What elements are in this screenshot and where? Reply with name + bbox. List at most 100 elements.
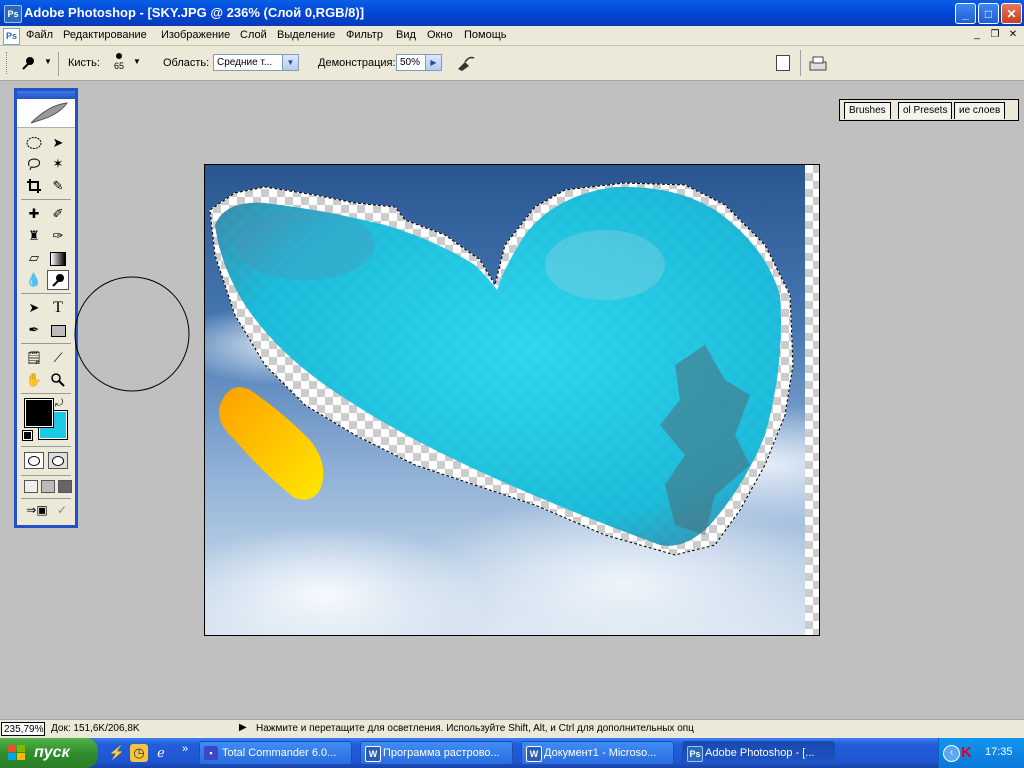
quick-launch-clock-icon[interactable]: ◷ bbox=[130, 744, 148, 762]
commit-check-icon[interactable]: ✓ bbox=[53, 503, 71, 521]
crop-tool-icon[interactable] bbox=[23, 176, 45, 196]
slice-tool-icon[interactable]: ✎ bbox=[47, 176, 69, 196]
range-value: Средние т... bbox=[217, 57, 273, 68]
palette-tab-layer-comps[interactable]: ие слоев bbox=[954, 102, 1006, 119]
doc-restore-button[interactable]: ❐ bbox=[988, 28, 1002, 42]
full-screen-menu-mode-icon[interactable] bbox=[41, 480, 55, 493]
palette-tab-tool-presets[interactable]: ol Presets bbox=[898, 102, 953, 119]
task-word-program[interactable]: W Программа растрово... bbox=[360, 741, 513, 765]
document-icon[interactable]: Ps bbox=[3, 28, 20, 45]
quick-mask-mode-icon[interactable] bbox=[48, 452, 68, 469]
kaspersky-icon[interactable]: K bbox=[961, 744, 977, 761]
pen-tool-icon[interactable]: ✒ bbox=[23, 320, 45, 340]
type-tool-icon[interactable]: T bbox=[47, 298, 69, 318]
zoom-field[interactable]: 235,79% bbox=[1, 722, 45, 736]
exposure-input[interactable]: 50% ▶ bbox=[396, 54, 442, 71]
swap-colors-icon[interactable]: ⤾ bbox=[55, 398, 63, 409]
history-brush-icon[interactable]: ✑ bbox=[47, 226, 69, 246]
minimize-button[interactable]: _ bbox=[955, 3, 976, 24]
path-selection-icon[interactable]: ➤ bbox=[23, 298, 45, 318]
maximize-button[interactable]: □ bbox=[978, 3, 999, 24]
doc-minimize-button[interactable]: _ bbox=[970, 28, 984, 42]
standard-mode-icon[interactable] bbox=[24, 452, 44, 469]
task-label: Adobe Photoshop - [... bbox=[705, 747, 815, 759]
taskbar: пуск ⚡ ◷ ℯ » ▪ Total Commander 6.0... W … bbox=[0, 738, 1024, 768]
range-label: Область: bbox=[163, 57, 210, 69]
palette-toggle-icon[interactable] bbox=[808, 53, 828, 73]
menu-help[interactable]: Помощь bbox=[464, 29, 507, 41]
move-tool-icon[interactable]: ➤ bbox=[47, 133, 69, 153]
quick-launch-more[interactable]: » bbox=[176, 740, 194, 758]
palette-tab-brushes[interactable]: Brushes bbox=[844, 102, 891, 119]
toolbox-titlebar[interactable] bbox=[17, 91, 75, 99]
photoshop-icon: Ps bbox=[4, 5, 22, 23]
doc-close-button[interactable]: ✕ bbox=[1006, 28, 1020, 42]
brush-tool-icon[interactable]: ✐ bbox=[47, 204, 69, 224]
task-word-document[interactable]: W Документ1 - Microso... bbox=[521, 741, 674, 765]
status-bar: 235,79% Док: 151,6K/206,8K ▶ Нажмите и п… bbox=[0, 719, 1024, 739]
doc-size[interactable]: Док: 151,6K/206,8K bbox=[51, 723, 140, 734]
zoom-tool-icon[interactable] bbox=[47, 370, 69, 390]
file-browser-icon[interactable] bbox=[776, 55, 790, 71]
menu-layer[interactable]: Слой bbox=[240, 29, 267, 41]
blur-tool-icon[interactable]: 💧 bbox=[23, 270, 45, 290]
system-tray: ‹ K 17:35 bbox=[938, 738, 1024, 768]
eraser-tool-icon[interactable]: ▱ bbox=[23, 248, 45, 268]
rectangle-tool-icon[interactable] bbox=[47, 320, 69, 340]
menu-view[interactable]: Вид bbox=[396, 29, 416, 41]
marquee-tool-icon[interactable] bbox=[23, 133, 45, 153]
menu-window[interactable]: Окно bbox=[427, 29, 453, 41]
palette-well: Brushes ol Presets ие слоев bbox=[839, 99, 1019, 121]
photoshop-icon: Ps bbox=[687, 746, 703, 762]
canvas-artwork bbox=[209, 165, 819, 635]
preset-dropdown-icon[interactable]: ▼ bbox=[44, 57, 52, 66]
foreground-color-swatch[interactable] bbox=[24, 398, 54, 428]
tray-expand-icon[interactable]: ‹ bbox=[943, 745, 960, 762]
full-screen-mode-icon[interactable] bbox=[58, 480, 72, 493]
clock: 17:35 bbox=[985, 746, 1013, 758]
start-button[interactable]: пуск bbox=[0, 738, 98, 768]
default-colors-icon[interactable] bbox=[22, 430, 33, 441]
tool-separator bbox=[21, 393, 71, 394]
menu-file[interactable]: Файл bbox=[26, 29, 53, 41]
tool-separator bbox=[21, 498, 71, 499]
menu-image[interactable]: Изображение bbox=[161, 29, 230, 41]
eyedropper-tool-icon[interactable]: ⟋ bbox=[47, 348, 69, 368]
close-button[interactable]: ✕ bbox=[1001, 3, 1022, 24]
brush-dropdown-icon[interactable]: ▼ bbox=[133, 57, 141, 66]
tool-separator bbox=[21, 475, 71, 476]
options-bar: ▼ Кисть: 65 ▼ Область: Средние т... ▼ Де… bbox=[0, 46, 1024, 121]
hand-tool-icon[interactable]: ✋ bbox=[23, 370, 45, 390]
lasso-tool-icon[interactable] bbox=[23, 154, 45, 174]
brush-tip-icon bbox=[116, 53, 122, 59]
brush-label: Кисть: bbox=[68, 57, 100, 69]
task-label: Документ1 - Microso... bbox=[544, 747, 657, 759]
task-total-commander[interactable]: ▪ Total Commander 6.0... bbox=[199, 741, 352, 765]
menu-edit[interactable]: Редактирование bbox=[63, 29, 147, 41]
clone-stamp-icon[interactable]: ♜ bbox=[23, 226, 45, 246]
title-bar: Ps Adobe Photoshop - [SKY.JPG @ 236% (Сл… bbox=[0, 0, 1024, 26]
dodge-tool-icon[interactable] bbox=[47, 270, 69, 290]
toolbox: ➤ ✶ ✎ ✚ ✐ ♜ ✑ ▱ 💧 ➤ T ✒ 🗒 ⟋ ✋ ⤾ ⇒▣ ✓ bbox=[14, 88, 78, 528]
options-grip[interactable] bbox=[6, 52, 10, 74]
quick-launch-lightning-icon[interactable]: ⚡ bbox=[108, 744, 126, 762]
brush-picker[interactable]: 65 bbox=[110, 50, 128, 78]
document-canvas[interactable] bbox=[204, 164, 820, 636]
menu-select[interactable]: Выделение bbox=[277, 29, 335, 41]
menu-filter[interactable]: Фильтр bbox=[346, 29, 383, 41]
status-arrow-icon[interactable]: ▶ bbox=[239, 722, 247, 733]
standard-screen-mode-icon[interactable] bbox=[24, 480, 38, 493]
notes-tool-icon[interactable]: 🗒 bbox=[23, 348, 45, 368]
windows-logo-icon bbox=[8, 745, 25, 760]
airbrush-icon[interactable] bbox=[455, 53, 477, 73]
range-select[interactable]: Средние т... ▼ bbox=[213, 54, 299, 71]
jump-to-imageready-icon[interactable]: ⇒▣ bbox=[25, 503, 49, 521]
gradient-tool-icon[interactable] bbox=[47, 248, 69, 268]
toolbox-header[interactable] bbox=[17, 91, 75, 128]
exposure-label: Демонстрация: bbox=[318, 57, 396, 69]
internet-explorer-icon[interactable]: ℯ bbox=[152, 744, 170, 762]
magic-wand-tool-icon[interactable]: ✶ bbox=[47, 154, 69, 174]
task-photoshop[interactable]: Ps Adobe Photoshop - [... bbox=[682, 741, 835, 765]
dodge-tool-preset-icon[interactable] bbox=[20, 55, 36, 71]
healing-brush-icon[interactable]: ✚ bbox=[23, 204, 45, 224]
